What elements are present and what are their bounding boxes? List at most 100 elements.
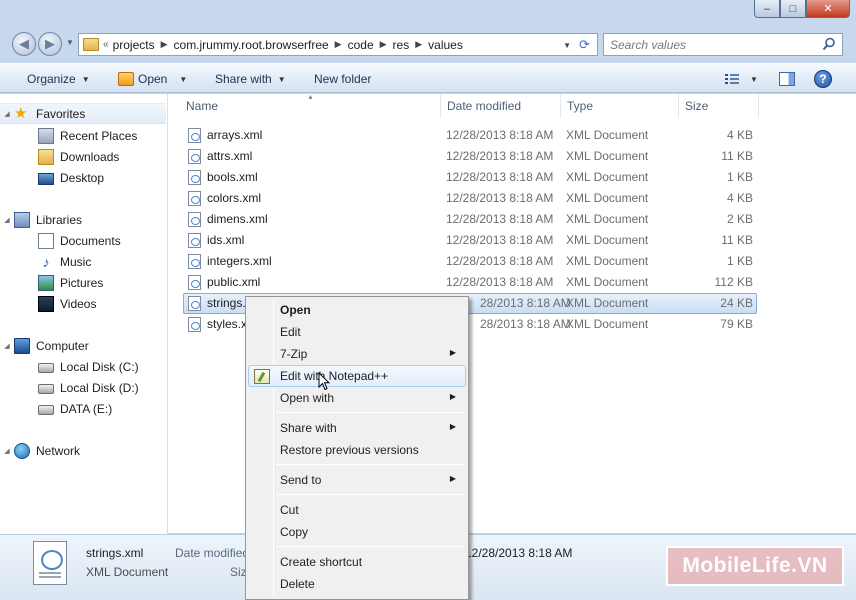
menu-item-open[interactable]: Open bbox=[248, 299, 466, 321]
breadcrumb-separator-icon[interactable]: ▶ bbox=[335, 39, 342, 50]
menu-item-share-with[interactable]: Share with ▶ bbox=[248, 417, 466, 439]
menu-item-open-with[interactable]: Open with ▶ bbox=[248, 387, 466, 409]
nav-item-downloads[interactable]: Downloads bbox=[0, 146, 166, 167]
file-row[interactable]: ids.xml 12/28/2013 8:18 AM XML Document … bbox=[183, 230, 757, 251]
new-folder-button[interactable]: New folder bbox=[314, 64, 371, 94]
chevron-down-icon[interactable]: ▼ bbox=[750, 75, 758, 84]
xml-file-large-icon bbox=[33, 541, 67, 585]
nav-item-network[interactable]: ◢ Network bbox=[0, 440, 166, 461]
file-row[interactable]: bools.xml 12/28/2013 8:18 AM XML Documen… bbox=[183, 167, 757, 188]
column-header-type[interactable]: Type bbox=[561, 94, 679, 118]
file-row[interactable]: colors.xml 12/28/2013 8:18 AM XML Docume… bbox=[183, 188, 757, 209]
details-file-name: strings.xml bbox=[86, 546, 144, 560]
arrow-right-icon: ▶ bbox=[45, 36, 55, 51]
nav-item-pictures[interactable]: Pictures bbox=[0, 272, 166, 293]
notepad-plus-plus-icon bbox=[254, 369, 270, 384]
nav-item-local-disk-c[interactable]: Local Disk (C:) bbox=[0, 356, 166, 377]
file-row[interactable]: dimens.xml 12/28/2013 8:18 AM XML Docume… bbox=[183, 209, 757, 230]
breadcrumb-item[interactable]: code bbox=[348, 38, 374, 52]
menu-item-delete[interactable]: Delete bbox=[248, 573, 466, 595]
menu-item-7zip[interactable]: 7-Zip ▶ bbox=[248, 343, 466, 365]
nav-item-computer[interactable]: ◢ Computer bbox=[0, 335, 166, 356]
column-header-date-modified[interactable]: Date modified bbox=[441, 94, 561, 118]
nav-label: Favorites bbox=[36, 106, 86, 121]
open-button[interactable]: Open ▼ bbox=[118, 64, 187, 94]
menu-item-restore-previous-versions[interactable]: Restore previous versions bbox=[248, 439, 466, 461]
nav-item-data-e[interactable]: DATA (E:) bbox=[0, 398, 166, 419]
file-name: public.xml bbox=[207, 275, 261, 289]
expand-triangle-icon[interactable]: ◢ bbox=[0, 216, 14, 224]
file-date: 12/28/2013 8:18 AM bbox=[446, 191, 554, 205]
address-history-dropdown[interactable]: ▼ bbox=[563, 41, 571, 50]
organize-button[interactable]: Organize ▼ bbox=[27, 64, 90, 94]
breadcrumb-separator-icon[interactable]: ▶ bbox=[161, 39, 168, 50]
help-button[interactable]: ? bbox=[814, 64, 832, 94]
chevron-down-icon[interactable]: ▼ bbox=[179, 75, 187, 84]
breadcrumb-separator-icon[interactable]: ▶ bbox=[415, 39, 422, 50]
nav-item-libraries[interactable]: ◢ Libraries bbox=[0, 209, 166, 230]
menu-item-label: 7-Zip bbox=[280, 347, 308, 361]
close-button[interactable]: ✕ bbox=[806, 0, 850, 18]
file-size: 2 KB bbox=[726, 212, 753, 226]
menu-item-create-shortcut[interactable]: Create shortcut bbox=[248, 551, 466, 573]
back-button[interactable]: ◀ bbox=[12, 32, 36, 56]
share-with-button[interactable]: Share with ▼ bbox=[215, 64, 286, 94]
nav-label: Network bbox=[36, 443, 81, 458]
nav-item-music[interactable]: ♪ Music bbox=[0, 251, 166, 272]
nav-item-videos[interactable]: Videos bbox=[0, 293, 166, 314]
file-row[interactable]: attrs.xml 12/28/2013 8:18 AM XML Documen… bbox=[183, 146, 757, 167]
minimize-button[interactable]: – bbox=[754, 0, 780, 18]
breadcrumb-item[interactable]: projects bbox=[113, 38, 155, 52]
expand-triangle-icon[interactable]: ◢ bbox=[0, 110, 14, 118]
file-date: 12/28/2013 8:18 AM bbox=[446, 128, 554, 142]
nav-item-favorites[interactable]: ◢ ★ Favorites bbox=[0, 103, 166, 124]
maximize-button[interactable]: □ bbox=[780, 0, 806, 18]
menu-item-copy[interactable]: Copy bbox=[248, 521, 466, 543]
breadcrumb-overflow[interactable]: « bbox=[103, 39, 109, 50]
nav-label: Libraries bbox=[36, 212, 83, 227]
computer-icon bbox=[14, 337, 30, 354]
menu-item-send-to[interactable]: Send to ▶ bbox=[248, 469, 466, 491]
file-size: 1 KB bbox=[726, 170, 753, 184]
forward-button[interactable]: ▶ bbox=[38, 32, 62, 56]
nav-item-local-disk-d[interactable]: Local Disk (D:) bbox=[0, 377, 166, 398]
column-header-name[interactable]: Name bbox=[180, 94, 441, 118]
expand-triangle-icon[interactable]: ◢ bbox=[0, 447, 14, 455]
column-header-size[interactable]: Size bbox=[679, 94, 759, 118]
expand-triangle-icon[interactable]: ◢ bbox=[0, 342, 14, 350]
nav-label: Documents bbox=[60, 233, 121, 248]
breadcrumb-item[interactable]: res bbox=[393, 38, 410, 52]
nav-item-documents[interactable]: Documents bbox=[0, 230, 166, 251]
address-bar[interactable]: « projects ▶ com.jrummy.root.browserfree… bbox=[78, 33, 598, 56]
open-icon bbox=[118, 72, 134, 86]
breadcrumb-item[interactable]: values bbox=[428, 38, 463, 52]
change-view-button[interactable]: ▼ bbox=[724, 64, 758, 94]
menu-item-label: Share with bbox=[280, 421, 337, 435]
search-box[interactable] bbox=[603, 33, 843, 56]
xml-file-icon bbox=[188, 149, 201, 164]
refresh-icon[interactable]: ⟳ bbox=[576, 37, 593, 53]
file-row[interactable]: public.xml 12/28/2013 8:18 AM XML Docume… bbox=[183, 272, 757, 293]
xml-file-icon bbox=[188, 212, 201, 227]
file-name: ids.xml bbox=[207, 233, 245, 247]
search-input[interactable] bbox=[610, 37, 810, 52]
menu-item-cut[interactable]: Cut bbox=[248, 499, 466, 521]
search-icon[interactable] bbox=[822, 37, 836, 51]
file-type: XML Document bbox=[566, 233, 649, 247]
nav-item-recent-places[interactable]: Recent Places bbox=[0, 125, 166, 146]
file-row[interactable]: arrays.xml 12/28/2013 8:18 AM XML Docume… bbox=[183, 125, 757, 146]
preview-pane-button[interactable] bbox=[779, 64, 795, 94]
menu-item-edit[interactable]: Edit bbox=[248, 321, 466, 343]
submenu-arrow-icon: ▶ bbox=[449, 348, 456, 357]
network-icon bbox=[14, 442, 30, 459]
file-type: XML Document bbox=[566, 170, 649, 184]
breadcrumb-separator-icon[interactable]: ▶ bbox=[380, 39, 387, 50]
file-row[interactable]: integers.xml 12/28/2013 8:18 AM XML Docu… bbox=[183, 251, 757, 272]
menu-item-edit-with-notepad[interactable]: Edit with Notepad++ bbox=[248, 365, 466, 387]
breadcrumb-item[interactable]: com.jrummy.root.browserfree bbox=[174, 38, 329, 52]
xml-file-icon bbox=[188, 317, 201, 332]
recent-pages-dropdown[interactable]: ▼ bbox=[66, 38, 74, 47]
nav-item-desktop[interactable]: Desktop bbox=[0, 167, 166, 188]
downloads-folder-icon bbox=[38, 148, 54, 165]
menu-item-label: Edit with Notepad++ bbox=[280, 369, 389, 383]
